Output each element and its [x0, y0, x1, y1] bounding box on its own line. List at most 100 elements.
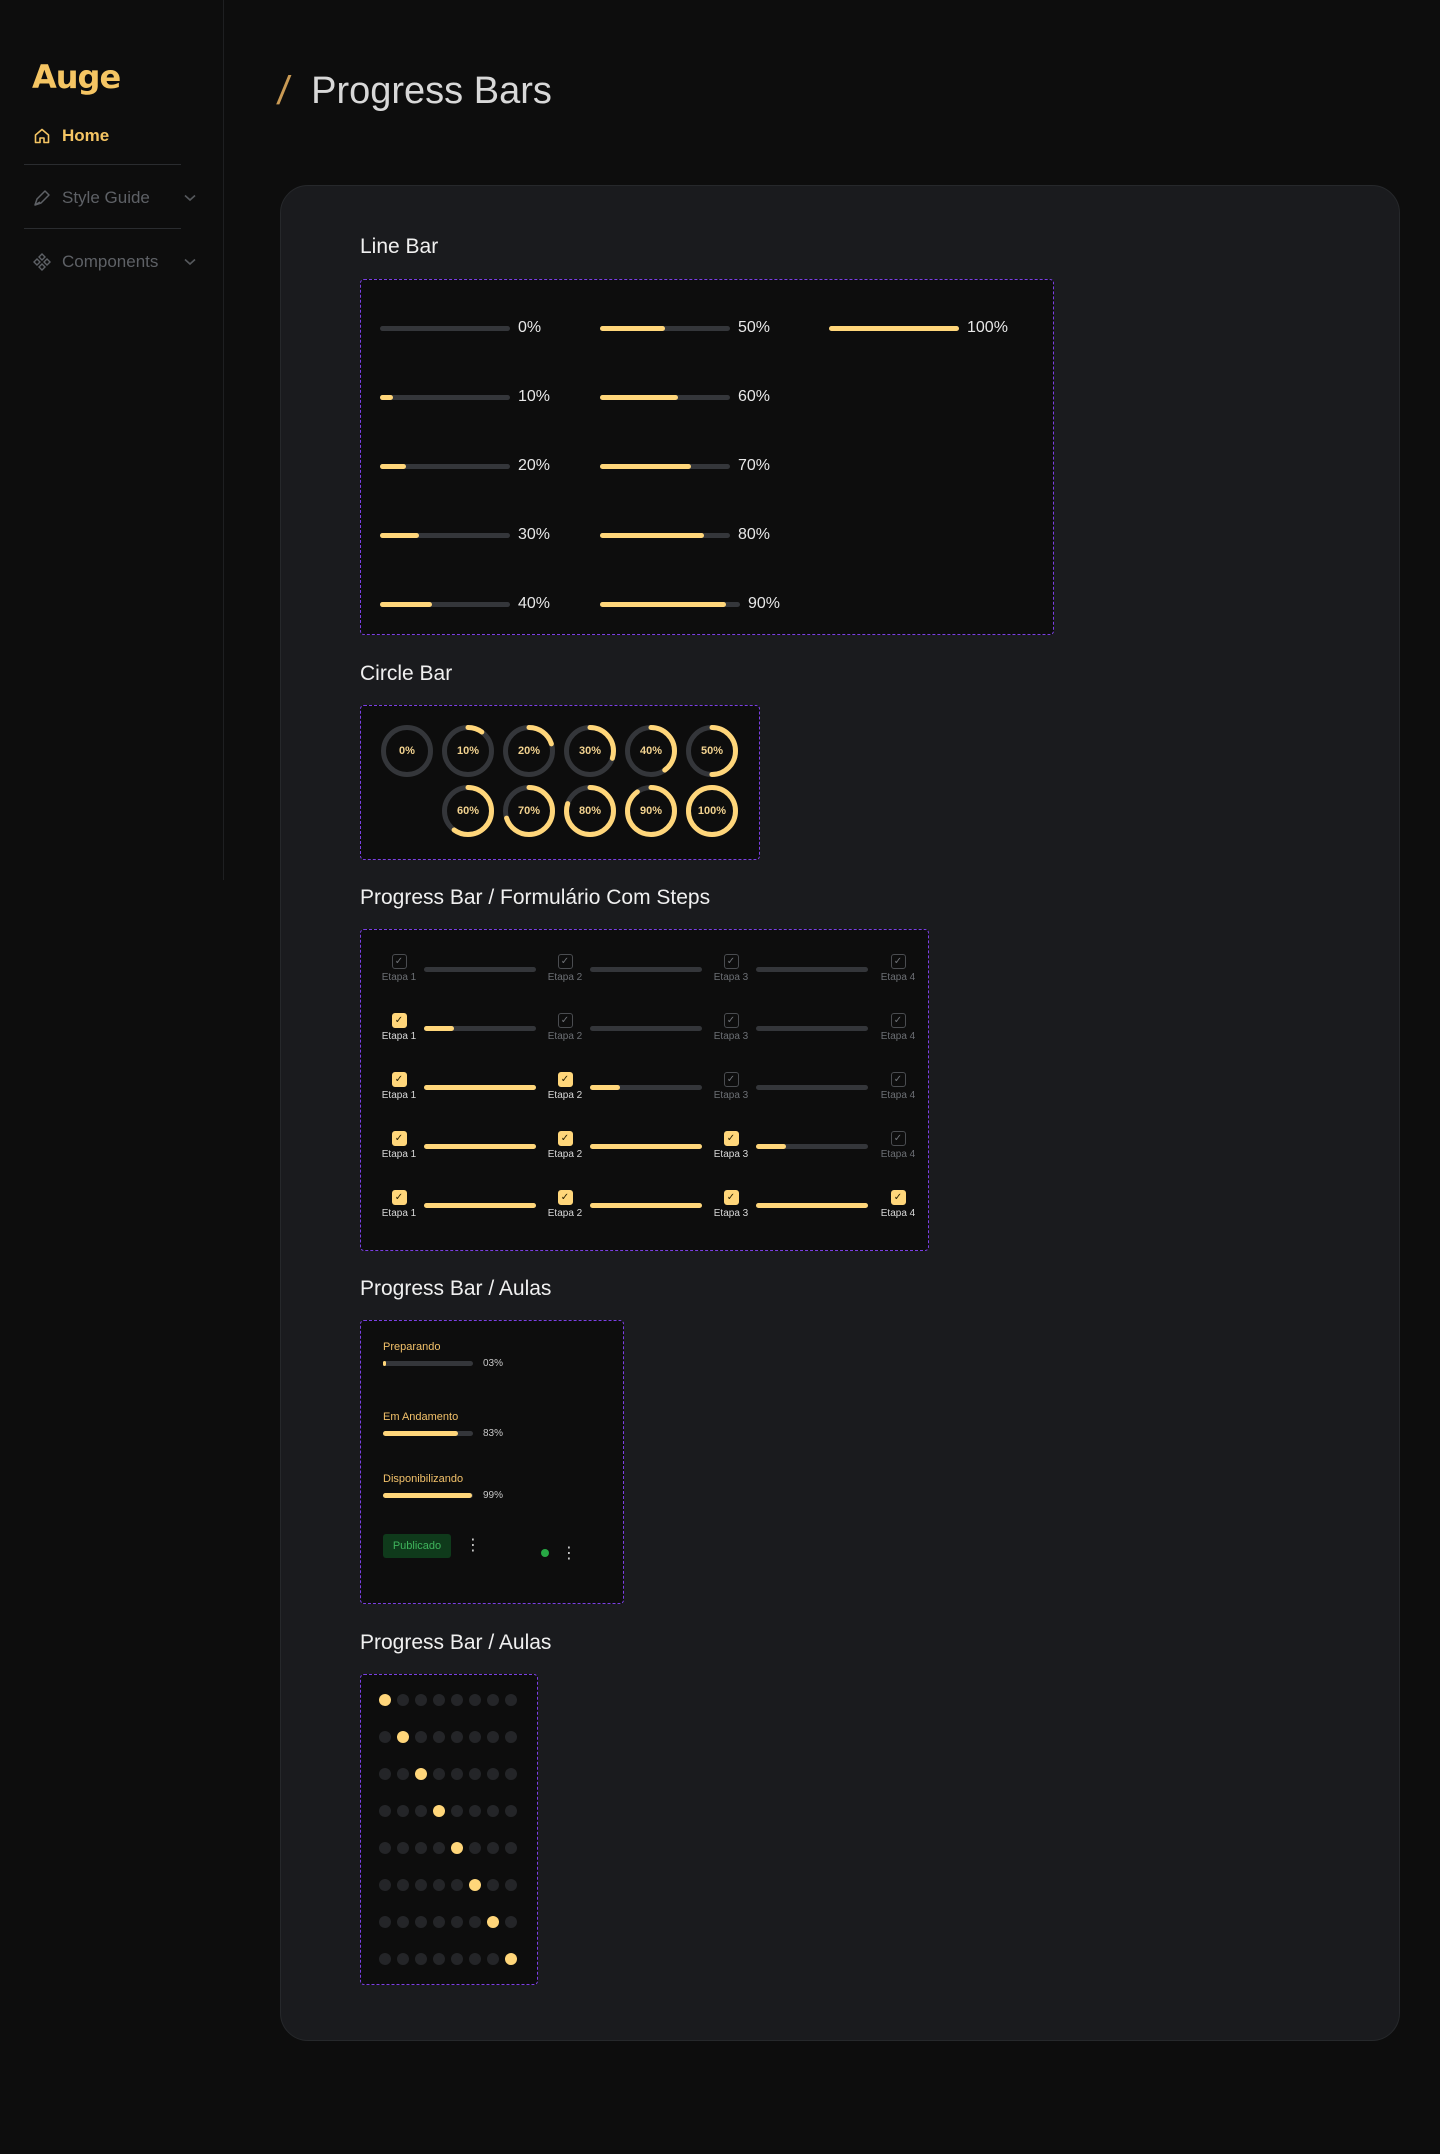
- progress-label: 40%: [518, 595, 551, 612]
- step-item[interactable]: ✓ Etapa 2: [542, 1072, 588, 1101]
- progress-dot: [469, 1731, 481, 1743]
- check-icon[interactable]: ✓: [391, 1190, 407, 1205]
- check-icon[interactable]: ✓: [557, 954, 573, 969]
- progress-dot: [469, 1694, 481, 1706]
- step-item[interactable]: ✓ Etapa 1: [376, 954, 422, 983]
- step-item[interactable]: ✓ Etapa 1: [376, 1131, 422, 1160]
- step-item[interactable]: ✓ Etapa 1: [376, 1013, 422, 1042]
- check-icon[interactable]: ✓: [557, 1131, 573, 1146]
- step-connector-fill: [424, 1085, 536, 1090]
- check-icon[interactable]: ✓: [890, 1190, 906, 1205]
- chevron-down-icon[interactable]: [184, 255, 196, 269]
- dot-progress-row: [379, 1842, 517, 1854]
- check-icon[interactable]: ✓: [890, 1131, 906, 1146]
- check-icon[interactable]: ✓: [723, 1013, 739, 1028]
- step-item[interactable]: ✓ Etapa 1: [376, 1072, 422, 1101]
- step-item[interactable]: ✓ Etapa 3: [708, 1131, 754, 1160]
- progress-fill: [600, 325, 665, 331]
- progress-dot: [451, 1953, 463, 1965]
- check-icon[interactable]: ✓: [723, 1190, 739, 1205]
- nav-item-home[interactable]: Home: [24, 114, 200, 158]
- progress-dot: [397, 1768, 409, 1780]
- logo[interactable]: Auge: [32, 58, 121, 96]
- step-row: ✓ Etapa 1 ✓ Etapa 2 ✓ Etapa 3 ✓ Etapa 4: [361, 987, 929, 1042]
- aula-progress-pct: 83%: [483, 1428, 504, 1439]
- nav-item-style-guide[interactable]: Style Guide: [24, 176, 200, 220]
- check-icon[interactable]: ✓: [723, 1072, 739, 1087]
- chevron-down-icon[interactable]: [184, 191, 196, 205]
- progress-dot: [505, 1916, 517, 1928]
- dot-progress-row: [379, 1768, 517, 1780]
- check-icon[interactable]: ✓: [890, 954, 906, 969]
- step-item[interactable]: ✓ Etapa 4: [875, 1013, 921, 1042]
- more-options-icon[interactable]: ⋮: [465, 1538, 481, 1554]
- step-item[interactable]: ✓ Etapa 3: [708, 954, 754, 983]
- section-title-line-bar: Line Bar: [360, 235, 439, 258]
- check-icon[interactable]: ✓: [391, 1131, 407, 1146]
- step-item[interactable]: ✓ Etapa 4: [875, 954, 921, 983]
- circle-progress: 20%: [502, 724, 556, 778]
- aula-status-label: Preparando: [383, 1341, 441, 1353]
- line-progress-bar: 20%: [380, 457, 550, 475]
- progress-dot: [379, 1879, 391, 1891]
- step-item[interactable]: ✓ Etapa 4: [875, 1190, 921, 1219]
- step-item[interactable]: ✓ Etapa 1: [376, 1190, 422, 1219]
- progress-dot: [397, 1731, 409, 1743]
- line-progress-bar: 50%: [600, 319, 770, 337]
- step-label: Etapa 2: [547, 972, 583, 983]
- check-icon[interactable]: ✓: [557, 1190, 573, 1205]
- check-icon[interactable]: ✓: [391, 954, 407, 969]
- progress-label: 10%: [518, 388, 551, 405]
- step-connector: [756, 967, 868, 972]
- circle-label: 40%: [639, 745, 663, 757]
- step-item[interactable]: ✓ Etapa 2: [542, 1013, 588, 1042]
- step-item[interactable]: ✓ Etapa 3: [708, 1013, 754, 1042]
- check-icon[interactable]: ✓: [890, 1013, 906, 1028]
- check-icon[interactable]: ✓: [391, 1072, 407, 1087]
- check-icon[interactable]: ✓: [557, 1072, 573, 1087]
- nav-label: Home: [62, 126, 110, 145]
- progress-dot: [451, 1768, 463, 1780]
- circle-progress: 70%: [502, 784, 556, 838]
- step-item[interactable]: ✓ Etapa 2: [542, 954, 588, 983]
- check-icon[interactable]: ✓: [890, 1072, 906, 1087]
- circle-progress: 90%: [624, 784, 678, 838]
- line-progress-bar: 90%: [600, 595, 780, 613]
- step-item[interactable]: ✓ Etapa 3: [708, 1072, 754, 1101]
- step-item[interactable]: ✓ Etapa 4: [875, 1072, 921, 1101]
- step-item[interactable]: ✓ Etapa 3: [708, 1190, 754, 1219]
- circle-label: 70%: [517, 805, 541, 817]
- dot-progress-row: [379, 1731, 517, 1743]
- step-item[interactable]: ✓ Etapa 4: [875, 1131, 921, 1160]
- step-label: Etapa 3: [713, 1208, 749, 1219]
- check-icon[interactable]: ✓: [391, 1013, 407, 1028]
- step-item[interactable]: ✓ Etapa 2: [542, 1131, 588, 1160]
- step-connector-fill: [590, 1085, 621, 1090]
- circle-label: 20%: [517, 745, 541, 757]
- progress-dot: [379, 1805, 391, 1817]
- progress-label: 100%: [967, 319, 1008, 336]
- progress-dot: [397, 1916, 409, 1928]
- check-icon[interactable]: ✓: [723, 954, 739, 969]
- section-title-circle-bar: Circle Bar: [360, 662, 453, 685]
- more-options-icon[interactable]: ⋮: [561, 1546, 577, 1562]
- progress-dot: [469, 1805, 481, 1817]
- page-title: Progress Bars: [311, 69, 552, 112]
- progress-track: [600, 463, 730, 469]
- step-item[interactable]: ✓ Etapa 2: [542, 1190, 588, 1219]
- check-icon[interactable]: ✓: [557, 1013, 573, 1028]
- section-title-dots: Progress Bar / Aulas: [360, 1631, 552, 1654]
- progress-dot: [505, 1842, 517, 1854]
- step-label: Etapa 1: [381, 972, 417, 983]
- progress-dot: [415, 1916, 427, 1928]
- progress-dot: [415, 1694, 427, 1706]
- progress-dot: [397, 1694, 409, 1706]
- step-row: ✓ Etapa 1 ✓ Etapa 2 ✓ Etapa 3 ✓ Etapa 4: [361, 928, 929, 983]
- aula-progress-fill: [383, 1493, 473, 1498]
- nav-item-components[interactable]: Components: [24, 240, 200, 284]
- circle-progress: 0%: [380, 724, 434, 778]
- dots-demo: [360, 1674, 538, 1985]
- circle-label: 0%: [399, 745, 415, 757]
- check-icon[interactable]: ✓: [723, 1131, 739, 1146]
- progress-dot: [433, 1879, 445, 1891]
